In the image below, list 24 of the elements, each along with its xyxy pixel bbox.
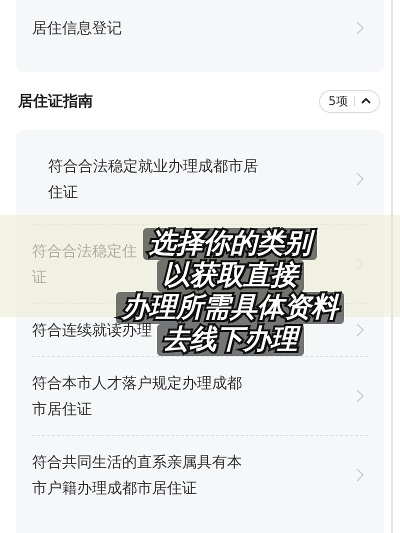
caret-icon <box>361 98 371 104</box>
item-label: 符合合法稳定住 <box>32 241 137 261</box>
caption-text: 选择你的类别 <box>143 228 317 260</box>
list-item[interactable]: 符合合法稳定就业办理成都市居 住证 <box>16 130 384 224</box>
chevron-icon <box>356 389 364 403</box>
caption-text: 办理所需具体资料 <box>116 292 344 324</box>
caption-text: 去线下办理 <box>156 324 304 356</box>
item-label: 符合共同生活的直系亲属具有本 <box>32 452 242 472</box>
list-item[interactable]: 符合本市人才落户规定办理成都 市居住证 <box>32 356 368 435</box>
item-label: 市居住证 <box>32 399 93 419</box>
list-item[interactable]: 符合共同生活的直系亲属具有本 市户籍办理成都市居住证 <box>32 435 368 514</box>
item-label: 证 <box>32 267 48 287</box>
caption-text: 以获取直接 <box>156 260 304 292</box>
chevron-icon <box>356 468 364 482</box>
collapse-button[interactable]: 5项 <box>319 90 380 112</box>
chevron-icon <box>356 172 364 186</box>
item-label: 居住信息登记 <box>32 18 122 38</box>
chevron-icon <box>356 21 364 35</box>
chevron-icon <box>356 323 364 337</box>
item-label: 符合本市人才落户规定办理成都 <box>32 373 242 393</box>
item-label: 市户籍办理成都市居住证 <box>32 478 198 498</box>
item-label: 住证 <box>48 182 79 202</box>
item-label: 符合合法稳定就业办理成都市居 <box>48 156 258 176</box>
section-title: 居住证指南 <box>18 92 93 110</box>
